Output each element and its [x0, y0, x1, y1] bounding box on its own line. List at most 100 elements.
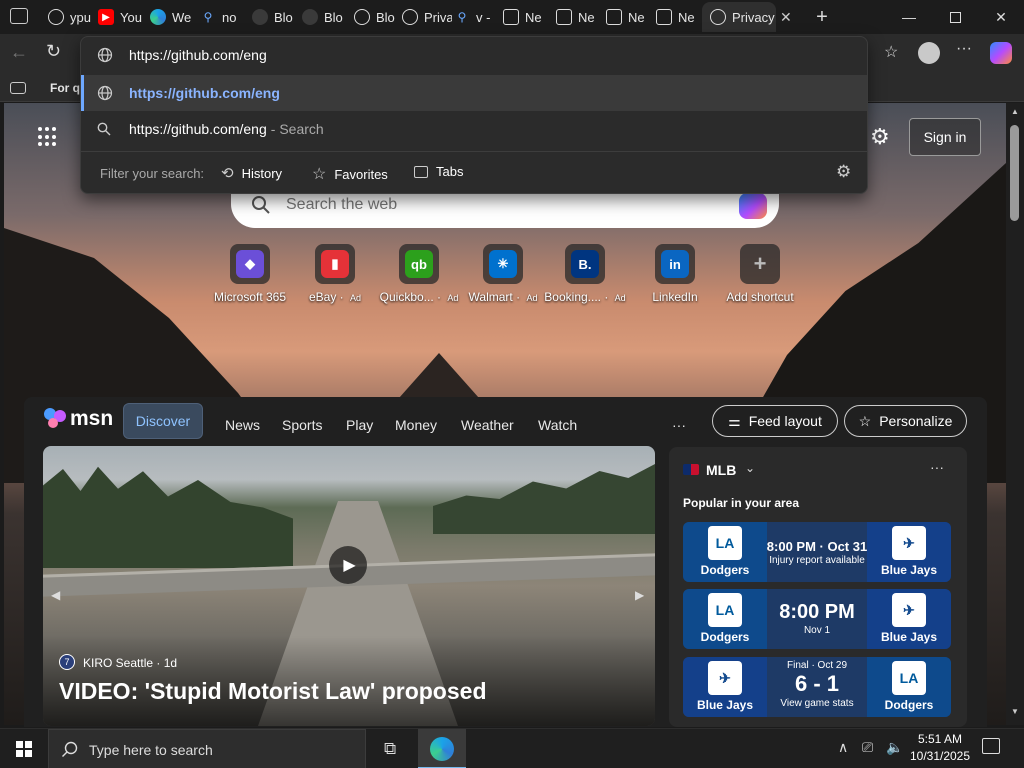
shortcut-tile[interactable]: ▮ eBay · Ad [290, 244, 380, 304]
hero-headline[interactable]: VIDEO: 'Stupid Motorist Law' proposed [59, 678, 487, 705]
carousel-prev-arrow[interactable]: ◀ [51, 588, 60, 602]
browser-tab[interactable]: Blo [302, 2, 350, 32]
shortcut-icon: ◆ [230, 244, 270, 284]
tab-actions-icon[interactable] [10, 8, 28, 24]
start-windows-icon[interactable] [16, 741, 32, 757]
sign-in-label: Sign in [923, 129, 967, 145]
address-bar-row[interactable]: https://github.com/eng [81, 37, 867, 73]
msn-nav-weather[interactable]: Weather [461, 410, 514, 440]
tabs-icon [414, 165, 428, 178]
hero-news-card[interactable]: ▶ ◀ ▶ 7 KIRO Seattle · 1d VIDEO: 'Stupid… [43, 446, 655, 726]
back-button[interactable]: ← [10, 42, 28, 63]
game-score-card[interactable]: ✈ Blue Jays Final · Oct 29 6 - 1 View game s… [683, 657, 951, 717]
newtab-icon [656, 9, 672, 25]
scroll-down-arrow[interactable]: ▼ [1011, 707, 1019, 716]
game-time: 8:00 PM · Oct 31 [766, 539, 868, 554]
browser-tab[interactable]: Blo [354, 2, 400, 32]
browser-tab[interactable]: Blo [252, 2, 298, 32]
msn-nav-news[interactable]: News [225, 410, 260, 440]
notifications-icon[interactable] [982, 738, 1000, 754]
browser-tab[interactable]: ⚲ no [200, 2, 248, 32]
close-tab-icon[interactable]: ✕ [780, 2, 796, 32]
msn-nav-discover[interactable]: Discover [123, 403, 203, 439]
dropdown-settings-gear-icon[interactable]: ⚙ [836, 162, 851, 182]
browser-tab[interactable]: Privacy [702, 2, 776, 32]
task-view-icon[interactable]: ⧉ [384, 739, 396, 759]
browser-tab[interactable]: Ne [656, 2, 698, 32]
shortcut-logo-icon: + [753, 251, 767, 276]
favorites-folder-icon[interactable] [10, 82, 26, 94]
browser-tab[interactable]: ▶ You [98, 2, 146, 32]
msn-nav-more-button[interactable]: ··· [672, 410, 686, 440]
dropdown-divider [81, 151, 867, 152]
shortcut-tile[interactable]: ◆ Microsoft 365 [205, 244, 295, 304]
shortcut-tile[interactable]: B. Booking.... · Ad [540, 244, 630, 304]
suggestion-search-row[interactable]: https://github.com/eng - Search [81, 111, 867, 147]
refresh-button[interactable]: ↻ [46, 41, 61, 62]
filter-history-button[interactable]: ⟲ History [221, 164, 282, 182]
msn-nav-sports[interactable]: Sports [282, 410, 322, 440]
browser-tab[interactable]: Privacy [402, 2, 452, 32]
apps-grid-icon[interactable] [38, 127, 58, 147]
browser-tab[interactable]: ⚲ v - [454, 2, 498, 32]
mlb-dropdown-chevron-icon[interactable]: ⌄ [745, 461, 755, 475]
browser-tab[interactable]: Ne [606, 2, 652, 32]
taskbar-edge-button[interactable] [418, 729, 466, 768]
shortcut-tile[interactable]: qb Quickbo... · Ad [374, 244, 464, 304]
copilot-search-icon[interactable] [739, 193, 767, 219]
personalize-button[interactable]: ☆ Personalize [844, 405, 967, 437]
restore-button[interactable] [932, 0, 978, 34]
volume-muted-icon[interactable]: 🔈 [886, 739, 903, 756]
copilot-icon[interactable] [990, 42, 1012, 64]
edge-icon [150, 9, 166, 25]
new-tab-button[interactable]: + [812, 2, 832, 32]
tab-title: We [172, 9, 192, 25]
browser-tab[interactable]: ypu [48, 2, 94, 32]
taskbar-search-box[interactable]: Type here to search [48, 729, 366, 768]
feed-layout-button[interactable]: ⚌ Feed layout [712, 405, 838, 437]
msn-nav-play[interactable]: Play [346, 410, 373, 440]
more-menu-icon[interactable]: ··· [956, 40, 972, 58]
shortcut-tile[interactable]: in LinkedIn [630, 244, 720, 304]
filter-tabs-button[interactable]: Tabs [414, 164, 463, 179]
close-window-button[interactable]: ✕ [978, 0, 1024, 34]
msn-logo-text: msn [70, 407, 114, 430]
mlb-more-menu-icon[interactable]: ··· [930, 459, 944, 475]
show-hidden-icons-chevron[interactable]: ∧ [838, 739, 848, 756]
clock[interactable]: 5:51 AM 10/31/2025 [905, 731, 975, 765]
sign-in-button[interactable]: Sign in [909, 118, 981, 156]
msn-nav-watch[interactable]: Watch [538, 410, 577, 440]
browser-tab[interactable]: Ne [503, 2, 551, 32]
carousel-next-arrow[interactable]: ▶ [635, 588, 644, 602]
shortcut-tile[interactable]: + Add shortcut [715, 244, 805, 304]
game-score-card[interactable]: LA Dodgers 8:00 PM · Oct 31 Injury report a… [683, 522, 951, 582]
page-scrollbar[interactable]: ▲ ▼ [1006, 103, 1024, 725]
personalize-label: Personalize [879, 413, 953, 429]
suggestion-url-row[interactable]: https://github.com/eng [81, 75, 867, 111]
play-button[interactable]: ▶ [329, 546, 367, 584]
browser-tab[interactable]: Ne [556, 2, 602, 32]
address-input[interactable]: https://github.com/eng [129, 47, 267, 63]
history-clock-icon: ⟲ [221, 165, 234, 182]
msn-nav-money[interactable]: Money [395, 410, 437, 440]
browser-tab[interactable]: We [150, 2, 196, 32]
mlb-subtitle: Popular in your area [683, 496, 800, 510]
newtab-icon [503, 9, 519, 25]
profile-avatar[interactable] [918, 42, 940, 64]
game-score-card[interactable]: LA Dodgers 8:00 PM Nov 1 ✈ Blue Jays [683, 589, 951, 649]
filter-favorites-button[interactable]: ☆ Favorites [312, 164, 388, 184]
ad-badge: Ad [350, 293, 362, 303]
scroll-thumb[interactable] [1010, 125, 1019, 221]
sliders-icon: ⚌ [728, 412, 741, 429]
game-detail[interactable]: View game stats [761, 698, 873, 709]
shortcut-tile[interactable]: ✳ Walmart · Ad [458, 244, 548, 304]
mlb-title[interactable]: MLB [706, 462, 736, 478]
edge-icon [430, 737, 454, 761]
msn-butterfly-icon [44, 408, 68, 430]
scroll-up-arrow[interactable]: ▲ [1011, 107, 1019, 116]
settings-gear-icon[interactable]: ⚙ [870, 124, 890, 150]
search-input[interactable]: Search the web [286, 196, 397, 214]
minimize-button[interactable]: — [886, 0, 932, 34]
network-icon[interactable]: ⎚ [862, 739, 873, 756]
favorites-star-icon[interactable]: ☆ [884, 42, 898, 62]
